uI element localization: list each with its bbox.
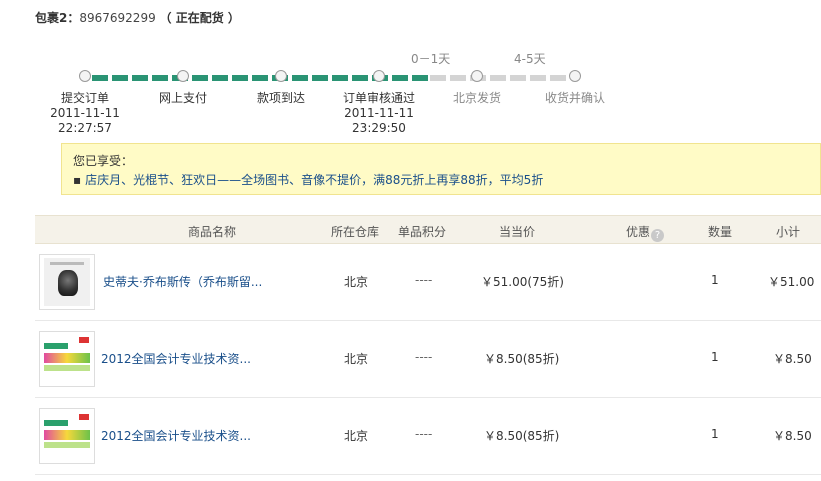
promotion-box: 您已享受： ▪ 店庆月、光棍节、狂欢日——全场图书、音像不提价，满88元折上再享8…	[61, 143, 821, 195]
progress-segment	[530, 75, 546, 81]
step-label: 收货并确认	[544, 91, 605, 105]
step-order-approved: 订单审核通过 2011-11-11 23:29:50	[324, 91, 434, 136]
step-received-confirmed: 收货并确认	[520, 91, 630, 106]
progress-segment	[352, 75, 368, 81]
header-warehouse: 所在仓库	[331, 225, 380, 239]
header-name: 商品名称	[188, 225, 237, 239]
duration-label: 4-5天	[514, 52, 546, 66]
progress-segment	[292, 75, 308, 81]
step-label: 北京发货	[452, 91, 501, 105]
duration-label: 0－1天	[411, 52, 451, 66]
header-price: 当当价	[499, 225, 536, 239]
warehouse-cell: 北京	[344, 429, 369, 443]
step-submit-order: 提交订单 2011-11-11 22:27:57	[30, 91, 140, 136]
progress-segment	[450, 75, 466, 81]
step-beijing-shipped: 北京发货	[422, 91, 532, 106]
promotion-title: 您已享受：	[73, 154, 134, 168]
progress-segment	[92, 75, 108, 81]
progress-segment	[490, 75, 506, 81]
subtotal-cell: ￥8.50	[773, 352, 812, 366]
progress-segment	[312, 75, 328, 81]
warehouse-cell: 北京	[344, 275, 369, 289]
progress-segment	[192, 75, 208, 81]
order-progress-tracker: 0－1天 4-5天 提交订单 2011-11-11 22:27:57 网上支付 …	[0, 0, 821, 140]
step-dot	[569, 70, 581, 82]
header-subtotal: 小计	[776, 225, 801, 239]
promotion-text: 店庆月、光棍节、狂欢日——全场图书、音像不提价，满88元折上再享88折，平均5折	[85, 173, 544, 187]
progress-segment	[212, 75, 228, 81]
step-time: 22:27:57	[58, 121, 112, 135]
progress-segment	[510, 75, 526, 81]
step-payment-received: 款项到达	[226, 91, 336, 106]
progress-segment	[152, 75, 168, 81]
step-time: 23:29:50	[352, 121, 406, 135]
price-cell: ￥8.50(85折)	[484, 429, 560, 443]
step-dot	[471, 70, 483, 82]
step-date: 2011-11-11	[344, 106, 414, 120]
qty-cell: 1	[711, 273, 719, 287]
points-cell: ----	[415, 427, 433, 441]
step-dot	[373, 70, 385, 82]
table-row: 史蒂夫·乔布斯传（乔布斯留... 北京 ---- ￥51.00(75折) 1 ￥…	[35, 244, 821, 321]
progress-segment	[332, 75, 348, 81]
step-label: 款项到达	[256, 91, 305, 105]
progress-segment	[412, 75, 428, 81]
bullet-icon: ▪	[73, 173, 82, 187]
subtotal-cell: ￥8.50	[773, 429, 812, 443]
step-label: 网上支付	[158, 91, 207, 105]
product-name-link[interactable]: 2012全国会计专业技术资...	[101, 427, 251, 444]
product-thumbnail[interactable]	[39, 254, 95, 310]
points-cell: ----	[415, 273, 433, 287]
step-date: 2011-11-11	[50, 106, 120, 120]
subtotal-cell: ￥51.00	[768, 275, 815, 289]
step-dot	[177, 70, 189, 82]
step-label: 提交订单	[60, 91, 109, 105]
table-header: 商品名称 所在仓库 单品积分 当当价 优惠? 数量 小计	[35, 215, 821, 244]
header-discount: 优惠?	[626, 223, 665, 242]
qty-cell: 1	[711, 350, 719, 364]
warehouse-cell: 北京	[344, 352, 369, 366]
step-dot	[275, 70, 287, 82]
step-dot	[79, 70, 91, 82]
header-qty: 数量	[708, 225, 733, 239]
points-cell: ----	[415, 350, 433, 364]
progress-segment	[430, 75, 446, 81]
progress-segment	[232, 75, 248, 81]
table-row: 2012全国会计专业技术资... 北京 ---- ￥8.50(85折) 1 ￥8…	[35, 398, 821, 475]
product-name-link[interactable]: 史蒂夫·乔布斯传（乔布斯留...	[103, 273, 262, 290]
product-thumbnail[interactable]	[39, 331, 95, 387]
progress-segment	[132, 75, 148, 81]
progress-segment	[112, 75, 128, 81]
progress-segment	[252, 75, 268, 81]
price-cell: ￥8.50(85折)	[484, 352, 560, 366]
price-cell: ￥51.00(75折)	[481, 275, 564, 289]
header-points: 单品积分	[398, 225, 447, 239]
product-name-link[interactable]: 2012全国会计专业技术资...	[101, 350, 251, 367]
promotion-item[interactable]: ▪ 店庆月、光棍节、狂欢日——全场图书、音像不提价，满88元折上再享88折，平均5…	[73, 171, 543, 188]
help-icon[interactable]: ?	[651, 229, 665, 242]
step-label: 订单审核通过	[342, 91, 415, 105]
product-thumbnail[interactable]	[39, 408, 95, 464]
progress-segment	[392, 75, 408, 81]
progress-segment	[550, 75, 566, 81]
step-online-payment: 网上支付	[128, 91, 238, 106]
table-row: 2012全国会计专业技术资... 北京 ---- ￥8.50(85折) 1 ￥8…	[35, 321, 821, 398]
qty-cell: 1	[711, 427, 719, 441]
